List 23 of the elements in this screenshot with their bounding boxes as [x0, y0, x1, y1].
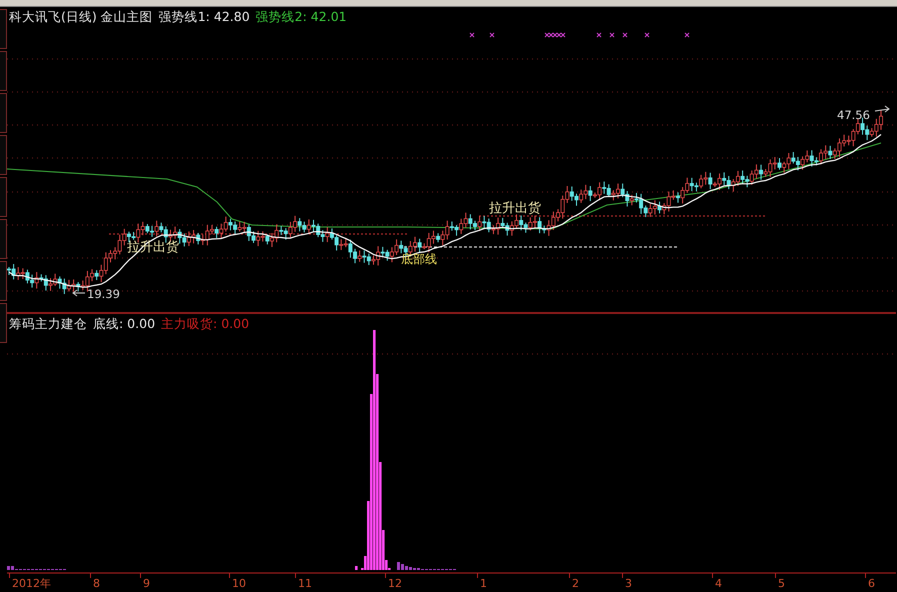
- signal-label: 拉升出货: [127, 240, 179, 255]
- indicator-value: 强势线1: 42.80: [158, 9, 250, 26]
- axis-label: 4: [715, 577, 722, 589]
- price-label: 19.39: [87, 287, 120, 301]
- axis-label: 2012年: [12, 577, 51, 589]
- axis-label: 5: [778, 577, 785, 589]
- level-label: 底部线: [401, 252, 437, 266]
- axis-label: 2: [572, 577, 579, 589]
- axis-label: 10: [232, 577, 246, 589]
- axis-label: 6: [868, 577, 875, 589]
- axis-label: 12: [388, 577, 402, 589]
- axis-label: 9: [143, 577, 150, 589]
- indicator-value: 强势线2: 42.01: [256, 9, 347, 26]
- axis-label: 8: [93, 577, 100, 589]
- indicator-value: 主力吸货: 0.00: [161, 316, 250, 333]
- chart-title: 科大讯飞(日线) 金山主图: [9, 9, 153, 26]
- price-label: 47.56: [837, 108, 870, 122]
- axis-label: 1: [480, 577, 487, 589]
- indicator-title: 筹码主力建仓: [9, 316, 87, 333]
- signal-label: 拉升出货: [489, 201, 541, 216]
- axis-label: 3: [625, 577, 632, 589]
- axis-label: 11: [298, 577, 312, 589]
- indicator-value: 底线: 0.00: [93, 316, 156, 333]
